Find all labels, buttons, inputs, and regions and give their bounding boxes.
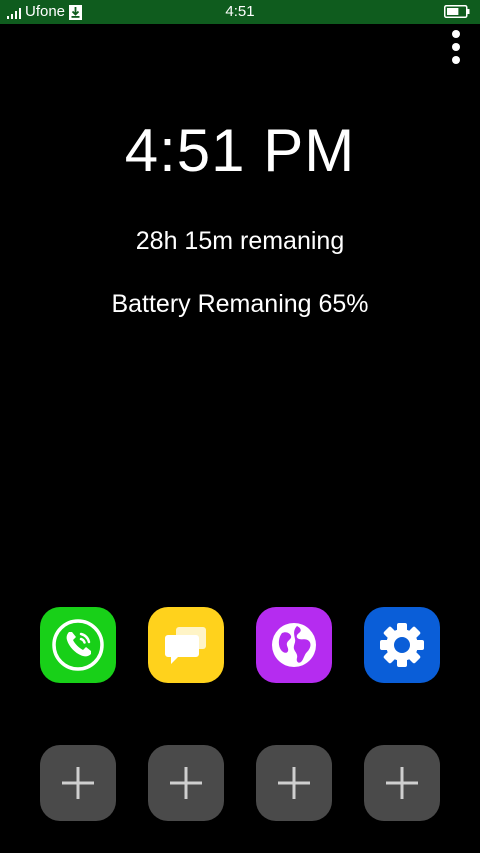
add-shortcut-button[interactable] <box>40 745 116 821</box>
add-shortcut-button[interactable] <box>148 745 224 821</box>
messages-icon <box>165 627 206 664</box>
status-bar-left: Ufone <box>0 0 83 24</box>
download-icon <box>69 4 83 20</box>
clock-time: 4:51 PM <box>124 117 356 184</box>
time-remaining-text: 28h 15m remaning <box>135 227 345 255</box>
carrier-name: Ufone <box>25 3 66 20</box>
status-bar: Ufone 4:51 <box>0 0 480 24</box>
battery-screen: Ufone 4:51 4:51 PM 28h 15m remaning Batt… <box>0 0 480 853</box>
battery-icon <box>444 5 470 18</box>
browser-app-button[interactable] <box>256 607 332 683</box>
plus-icon <box>62 767 94 799</box>
settings-app-button[interactable] <box>364 607 440 683</box>
plus-icon <box>278 767 310 799</box>
overflow-menu-icon[interactable] <box>448 30 464 64</box>
app-shortcuts <box>0 607 480 685</box>
battery-percentage-text: Battery Remaning 65% <box>111 290 369 318</box>
add-shortcut-button[interactable] <box>256 745 332 821</box>
plus-icon <box>170 767 202 799</box>
globe-icon <box>272 623 316 667</box>
messages-app-button[interactable] <box>148 607 224 683</box>
plus-icon <box>386 767 418 799</box>
add-shortcut-button[interactable] <box>364 745 440 821</box>
add-shortcut-slots <box>0 745 480 823</box>
gear-icon <box>380 623 424 667</box>
phone-app-button[interactable] <box>40 607 116 683</box>
signal-bars-icon <box>7 5 21 19</box>
phone-icon <box>52 619 104 671</box>
